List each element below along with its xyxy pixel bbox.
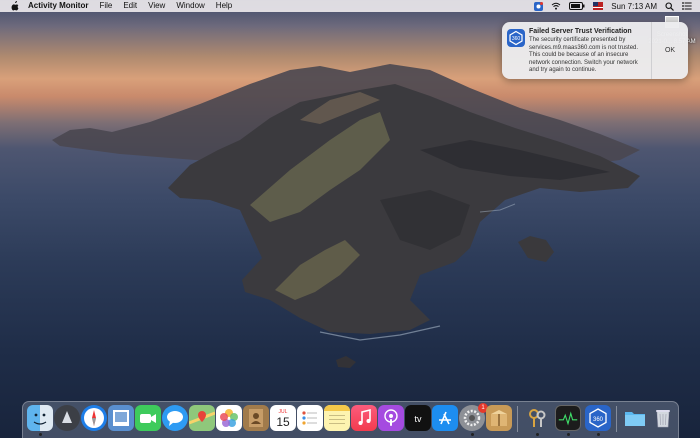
system-preferences-running-dot bbox=[470, 433, 474, 436]
activity-monitor-icon[interactable] bbox=[555, 405, 581, 431]
reminders-icon[interactable] bbox=[297, 405, 323, 431]
calendar-icon[interactable]: JUL 15 bbox=[270, 405, 296, 431]
tv-label: tv bbox=[414, 414, 422, 424]
menu-app-name[interactable]: Activity Monitor bbox=[28, 0, 88, 12]
flag-icon[interactable] bbox=[593, 2, 604, 10]
menu-bar: Activity Monitor File Edit View Window H… bbox=[0, 0, 700, 12]
keychain-access-icon[interactable] bbox=[524, 405, 550, 431]
preview-icon[interactable] bbox=[108, 405, 134, 431]
activity-monitor-running-dot bbox=[566, 433, 570, 436]
menu-file[interactable]: File bbox=[99, 0, 112, 12]
facetime-icon[interactable] bbox=[135, 405, 161, 431]
menu-window[interactable]: Window bbox=[176, 0, 204, 12]
maas360-app-icon: 360 bbox=[507, 29, 525, 47]
keychain-running-dot bbox=[535, 433, 539, 436]
calendar-day: 15 bbox=[276, 415, 290, 429]
downloads-folder-icon[interactable] bbox=[622, 405, 648, 431]
menu-edit[interactable]: Edit bbox=[123, 0, 137, 12]
notes-icon[interactable] bbox=[324, 405, 350, 431]
finder-icon[interactable] bbox=[27, 405, 53, 431]
svg-text:360: 360 bbox=[593, 417, 604, 423]
dock-separator-2 bbox=[616, 406, 617, 432]
messages-icon[interactable] bbox=[162, 405, 188, 431]
dock-separator bbox=[517, 406, 518, 432]
notification-center-icon[interactable] bbox=[682, 2, 692, 10]
launchpad-icon[interactable] bbox=[54, 405, 80, 431]
menu-help[interactable]: Help bbox=[216, 0, 232, 12]
maps-icon[interactable] bbox=[189, 405, 215, 431]
svg-text:360: 360 bbox=[512, 36, 521, 42]
apple-tv-icon[interactable]: tv bbox=[405, 405, 431, 431]
music-icon[interactable] bbox=[351, 405, 377, 431]
maas360-running-dot bbox=[596, 433, 600, 436]
maas360-dock-icon[interactable]: 360 bbox=[585, 405, 611, 431]
photos-icon[interactable] bbox=[216, 405, 242, 431]
notification-banner[interactable]: 360 Failed Server Trust Verification The… bbox=[502, 22, 688, 79]
maas360-status-icon[interactable] bbox=[534, 1, 544, 11]
podcasts-icon[interactable] bbox=[378, 405, 404, 431]
app-store-icon[interactable] bbox=[432, 405, 458, 431]
notification-ok-button[interactable]: OK bbox=[651, 22, 688, 79]
archive-utility-icon[interactable] bbox=[486, 405, 512, 431]
apple-menu-icon[interactable] bbox=[10, 1, 20, 11]
contacts-icon[interactable] bbox=[243, 405, 269, 431]
safari-icon[interactable] bbox=[81, 405, 107, 431]
notification-title: Failed Server Trust Verification bbox=[529, 28, 632, 35]
notification-body[interactable]: 360 Failed Server Trust Verification The… bbox=[502, 22, 651, 79]
wifi-icon[interactable] bbox=[551, 2, 561, 10]
trash-icon[interactable] bbox=[650, 405, 676, 431]
notification-message: The security certificate presented by se… bbox=[529, 37, 639, 74]
menu-clock[interactable]: Sun 7:13 AM bbox=[611, 2, 657, 11]
menu-view[interactable]: View bbox=[148, 0, 165, 12]
spotlight-search-icon[interactable] bbox=[665, 1, 674, 11]
finder-running-dot bbox=[38, 433, 42, 436]
battery-icon[interactable] bbox=[569, 2, 585, 10]
